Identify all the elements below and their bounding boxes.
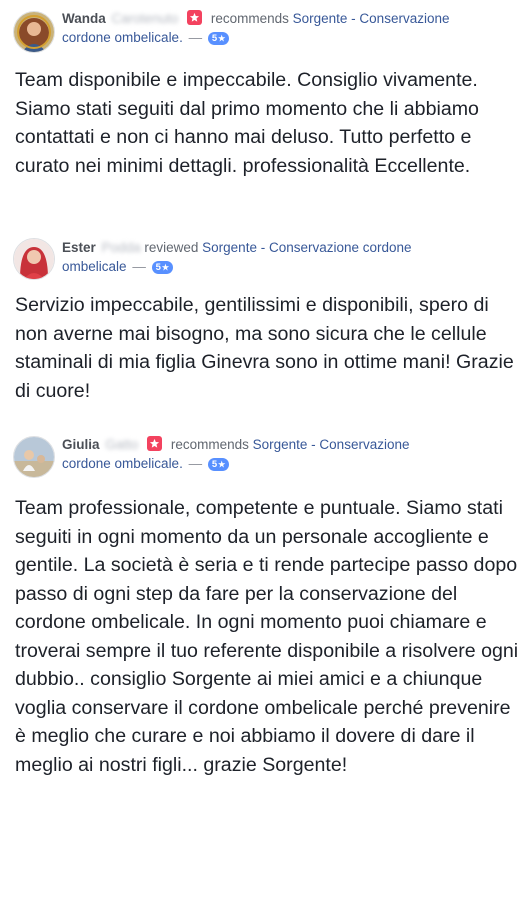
review-text: Servizio impeccabile, gentilissimi e dis… <box>15 294 514 402</box>
review-text: Team professionale, competente e puntual… <box>15 497 519 776</box>
reviewer-name[interactable]: Wanda <box>62 11 106 26</box>
review-header: Wanda Carotenuto recommends Sorgente - C… <box>62 9 462 47</box>
separator: — <box>188 456 203 471</box>
review-action: recommends <box>170 437 249 452</box>
review-header: Ester Podda reviewed Sorgente - Conserva… <box>62 238 462 276</box>
separator: — <box>188 30 203 45</box>
rating-badge: 5★ <box>207 458 230 471</box>
star-icon: ★ <box>218 34 226 43</box>
avatar[interactable] <box>13 238 55 280</box>
avatar[interactable] <box>13 11 55 53</box>
review-action: recommends <box>210 11 289 26</box>
avatar[interactable] <box>13 436 55 478</box>
recommend-icon <box>147 436 163 451</box>
star-icon: ★ <box>161 263 170 272</box>
review-text: Team disponibile e impeccabile. Consigli… <box>15 69 479 177</box>
reviewer-surname-blurred: Podda <box>101 240 141 255</box>
reviewer-name[interactable]: Giulia <box>62 437 100 452</box>
star-icon: ★ <box>218 460 226 469</box>
reviewer-surname-blurred: Gatto <box>105 437 139 452</box>
review-action: reviewed <box>144 240 199 255</box>
recommend-icon <box>187 10 203 25</box>
reviewer-surname-blurred: Carotenuto <box>111 11 179 26</box>
review-header: Giulia Gatto recommends Sorgente - Conse… <box>62 435 462 473</box>
separator: — <box>132 259 146 274</box>
reviewer-name[interactable]: Ester <box>62 240 96 255</box>
rating-badge: 5★ <box>151 261 174 274</box>
rating-badge: 5★ <box>207 32 230 45</box>
